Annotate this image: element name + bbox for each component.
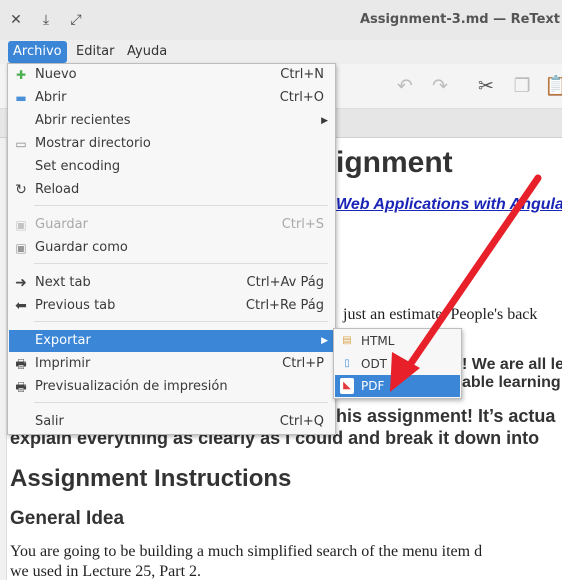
annotation-arrow bbox=[390, 174, 542, 392]
annotation-arrow-shaft bbox=[401, 174, 542, 376]
